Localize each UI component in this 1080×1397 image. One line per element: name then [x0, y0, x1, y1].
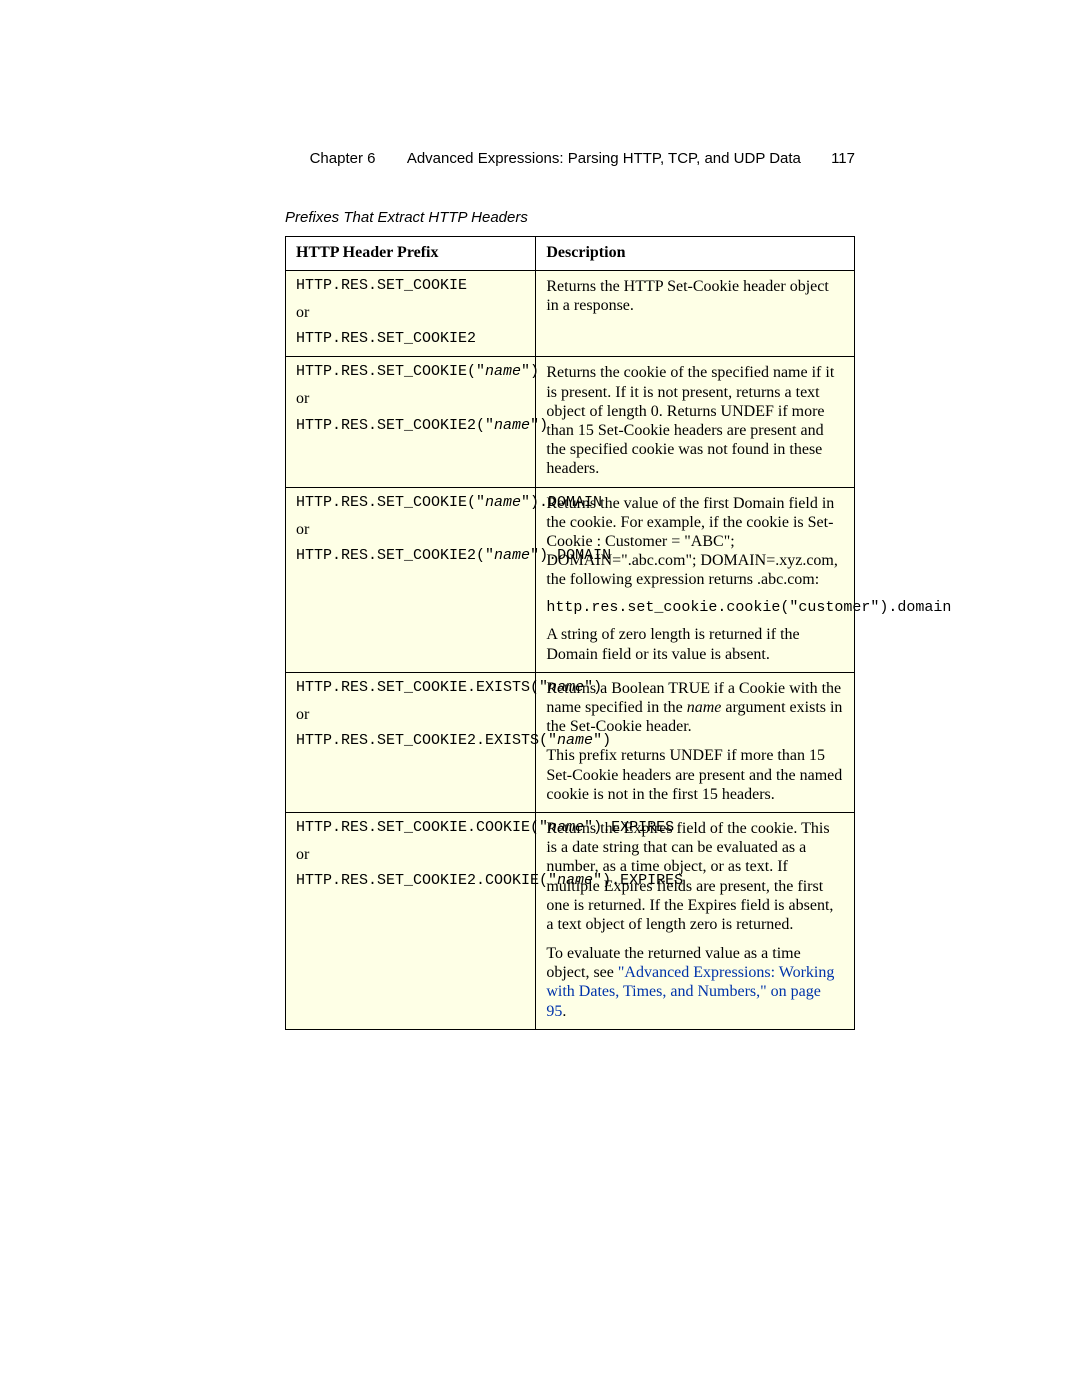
description-text: A string of zero length is returned if t…	[546, 625, 844, 663]
code-text: HTTP.RES.SET_COOKIE	[296, 277, 525, 295]
or-text: or	[296, 520, 525, 539]
description-text: This prefix returns UNDEF if more than 1…	[546, 746, 844, 804]
code-text: HTTP.RES.SET_COOKIE.COOKIE("name").EXPIR…	[296, 819, 525, 837]
code-text: HTTP.RES.SET_COOKIE2	[296, 330, 525, 348]
description-text: Returns the cookie of the specified name…	[546, 363, 844, 478]
page: Chapter 6 Advanced Expressions: Parsing …	[0, 0, 1080, 1397]
or-text: or	[296, 389, 525, 408]
code-text: HTTP.RES.SET_COOKIE2("name").DOMAIN	[296, 547, 525, 565]
description-text: Returns the value of the first Domain fi…	[546, 494, 844, 590]
code-block: http.res.set_cookie.cookie("customer").d…	[546, 599, 844, 617]
table-row: HTTP.RES.SET_COOKIE("name") or HTTP.RES.…	[286, 357, 855, 487]
table-row: HTTP.RES.SET_COOKIE("name").DOMAIN or HT…	[286, 487, 855, 672]
code-text: HTTP.RES.SET_COOKIE("name").DOMAIN	[296, 494, 525, 512]
code-text: HTTP.RES.SET_COOKIE2.COOKIE("name").EXPI…	[296, 872, 525, 890]
chapter-label: Chapter 6	[310, 150, 376, 167]
description-text: Returns a Boolean TRUE if a Cookie with …	[546, 679, 844, 737]
page-number: 117	[831, 150, 855, 167]
table-caption: Prefixes That Extract HTTP Headers	[285, 209, 855, 226]
table-row: HTTP.RES.SET_COOKIE.EXISTS("name") or HT…	[286, 672, 855, 812]
col-header-description: Description	[536, 237, 855, 271]
prefix-table: HTTP Header Prefix Description HTTP.RES.…	[285, 236, 855, 1030]
description-text: Returns the Expires field of the cookie.…	[546, 819, 844, 934]
or-text: or	[296, 845, 525, 864]
running-header: Chapter 6 Advanced Expressions: Parsing …	[285, 150, 855, 167]
description-text: Returns the HTTP Set-Cookie header objec…	[546, 277, 844, 315]
table-row: HTTP.RES.SET_COOKIE.COOKIE("name").EXPIR…	[286, 812, 855, 1029]
chapter-title: Advanced Expressions: Parsing HTTP, TCP,…	[407, 150, 801, 167]
or-text: or	[296, 303, 525, 322]
code-text: HTTP.RES.SET_COOKIE("name")	[296, 363, 525, 381]
description-text: To evaluate the returned value as a time…	[546, 944, 844, 1021]
col-header-prefix: HTTP Header Prefix	[286, 237, 536, 271]
or-text: or	[296, 705, 525, 724]
code-text: HTTP.RES.SET_COOKIE2.EXISTS("name")	[296, 732, 525, 750]
table-row: HTTP.RES.SET_COOKIE or HTTP.RES.SET_COOK…	[286, 271, 855, 357]
code-text: HTTP.RES.SET_COOKIE2("name")	[296, 417, 525, 435]
code-text: HTTP.RES.SET_COOKIE.EXISTS("name")	[296, 679, 525, 697]
